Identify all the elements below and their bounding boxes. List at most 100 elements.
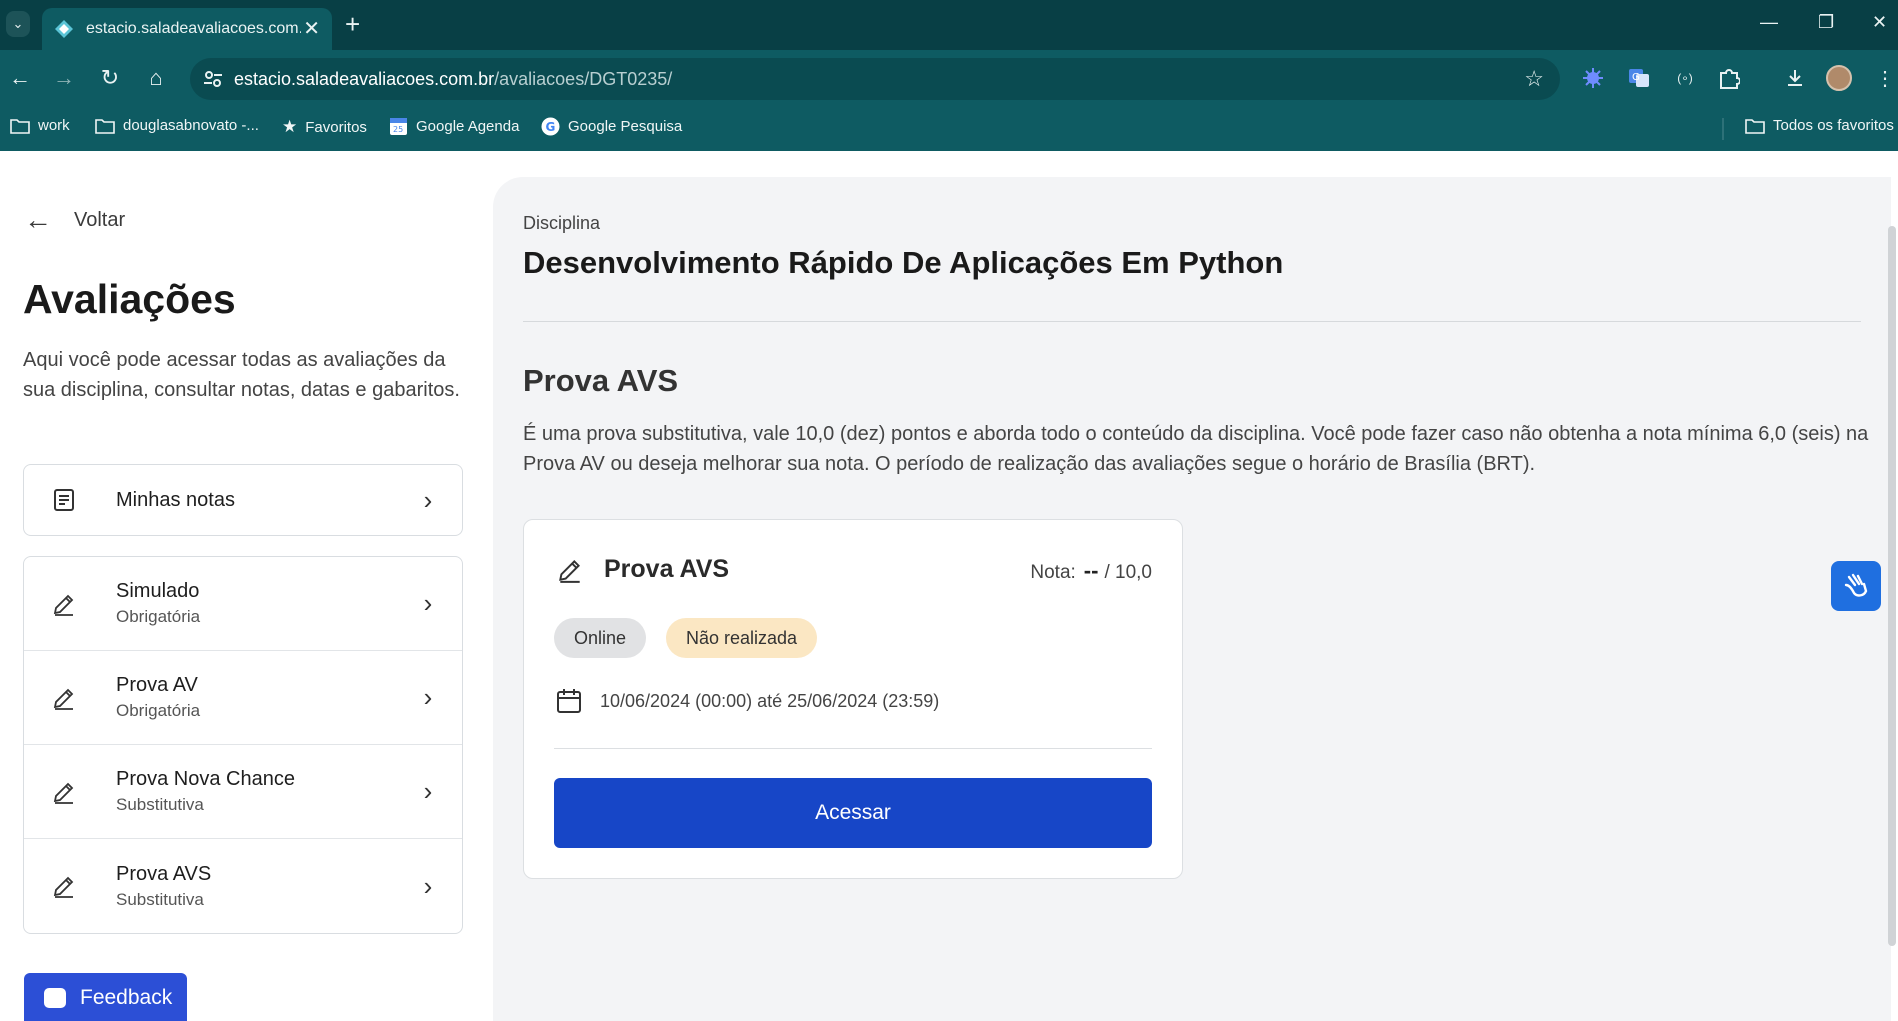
exam-period: 10/06/2024 (00:00) até 25/06/2024 (23:59… (600, 691, 940, 711)
extensions-puzzle-icon[interactable] (1714, 63, 1744, 93)
translate-icon[interactable]: G (1624, 63, 1654, 93)
site-settings-icon[interactable] (202, 68, 224, 90)
exam-card-title: Prova AVS (604, 555, 730, 583)
forward-arrow-icon[interactable]: → (50, 65, 78, 91)
tab-close-icon[interactable]: ✕ (303, 19, 320, 39)
restore-icon[interactable]: ❐ (1818, 12, 1834, 33)
folder-icon (95, 118, 115, 134)
back-link[interactable]: ← Voltar (24, 206, 125, 234)
bookmark-label: douglasabnovato -... (123, 117, 259, 134)
discipline-label: Disciplina (523, 213, 601, 233)
svg-text:G: G (1632, 72, 1640, 83)
home-icon[interactable]: ⌂ (142, 65, 170, 91)
exam-item-prova-nova-chance[interactable]: Prova Nova Chance Substitutiva › (24, 745, 462, 839)
url-text: estacio.saladeavaliacoes.com.br/avaliaco… (234, 69, 672, 90)
feedback-button[interactable]: Feedback (24, 973, 187, 1021)
bookmark-google-agenda[interactable]: 25 Google Agenda (389, 117, 519, 136)
chevron-right-icon: › (423, 870, 433, 901)
exam-item-subtitle: Obrigatória (116, 701, 201, 720)
browser-navbar: ← → ↻ ⌂ estacio.saladeavaliacoes.com.br/… (0, 50, 1898, 108)
card-divider (554, 748, 1152, 749)
back-arrow-icon[interactable]: ← (6, 65, 34, 91)
pencil-icon (46, 873, 82, 899)
exam-item-title: Simulado (116, 580, 200, 602)
access-button[interactable]: Acessar (554, 778, 1152, 848)
bookmark-work[interactable]: work (10, 117, 70, 134)
page-content: ← Voltar Avaliações Aqui você pode acess… (0, 151, 1898, 1021)
document-list-icon (46, 488, 82, 512)
profile-avatar[interactable] (1824, 63, 1854, 93)
discipline-name: Desenvolvimento Rápido De Aplicações Em … (523, 245, 1284, 280)
bookmark-star-icon[interactable]: ☆ (1524, 66, 1544, 92)
all-bookmarks[interactable]: Todos os favoritos (1745, 117, 1894, 134)
minimize-icon[interactable]: — (1760, 12, 1778, 33)
extension-code-icon[interactable]: (∘) (1670, 63, 1700, 93)
exam-item-subtitle: Obrigatória (116, 607, 201, 626)
mode-badge: Online (554, 618, 647, 658)
star-icon: ★ (282, 117, 298, 136)
exam-item-prova-av[interactable]: Prova AV Obrigatória › (24, 651, 462, 745)
section-divider (523, 321, 1861, 322)
pencil-icon (46, 685, 82, 711)
new-tab-icon[interactable]: + (345, 10, 360, 38)
browser-tab[interactable]: estacio.saladeavaliacoes.com.br ✕ (42, 8, 332, 50)
chevron-right-icon: › (423, 682, 433, 712)
exam-item-subtitle: Substitutiva (116, 795, 204, 814)
exam-title: Prova AVS (523, 363, 679, 398)
calendar-icon: 25 (389, 117, 408, 136)
extension-gear-icon[interactable] (1578, 63, 1608, 93)
exam-card: Prova AVS Nota: -- / 10,0 Online Não rea… (523, 519, 1183, 879)
download-icon[interactable] (1780, 63, 1810, 93)
exams-list: Simulado Obrigatória › Prova AV Obrigatóri… (23, 556, 463, 934)
svg-text:25: 25 (393, 125, 403, 134)
url-host: estacio.saladeavaliacoes.com.br (234, 69, 495, 89)
exam-item-prova-avs[interactable]: Prova AVS Substitutiva › (24, 839, 462, 933)
window-close-icon[interactable]: ✕ (1872, 12, 1887, 33)
feedback-label: Feedback (80, 986, 173, 1009)
reload-icon[interactable]: ↻ (96, 65, 124, 91)
calendar-icon (556, 688, 582, 719)
bookmark-google-pesquisa[interactable]: G Google Pesquisa (541, 117, 682, 136)
exam-item-title: Prova Nova Chance (116, 768, 295, 790)
address-bar[interactable]: estacio.saladeavaliacoes.com.br/avaliaco… (190, 58, 1560, 100)
grade-value: -- (1083, 558, 1099, 583)
smiley-icon (44, 988, 66, 1008)
exam-item-title: Prova AV (116, 674, 198, 696)
status-badge: Não realizada (666, 618, 818, 658)
browser-menu-icon[interactable]: ⋮ (1870, 63, 1898, 93)
my-grades-label: Minhas notas (116, 488, 235, 511)
sidebar-description: Aqui você pode acessar todas as avaliaçõ… (23, 349, 460, 401)
exam-grade: Nota: -- / 10,0 (1030, 558, 1152, 584)
accessibility-hand-icon[interactable] (1831, 561, 1881, 611)
main-panel: Disciplina Desenvolvimento Rápido De Apl… (493, 177, 1891, 1021)
exam-description: É uma prova substitutiva, vale 10,0 (dez… (523, 423, 1869, 475)
exam-item-simulado[interactable]: Simulado Obrigatória › (24, 557, 462, 651)
sidebar-title: Avaliações (23, 276, 236, 322)
bookmark-label: work (38, 117, 70, 134)
tab-title: estacio.saladeavaliacoes.com.br (86, 20, 301, 37)
bookmark-douglas[interactable]: douglasabnovato -... (95, 117, 259, 134)
chevron-right-icon: › (423, 484, 433, 515)
grades-card[interactable]: Minhas notas › (23, 464, 463, 536)
my-grades-link[interactable]: Minhas notas › (24, 465, 462, 535)
tab-list-chevron-icon[interactable]: ⌄ (6, 11, 30, 37)
url-path: /avaliacoes/DGT0235/ (494, 69, 673, 89)
folder-icon (10, 118, 30, 134)
grade-label: Nota: (1030, 562, 1076, 583)
back-label: Voltar (74, 208, 126, 231)
grade-max: / 10,0 (1104, 562, 1152, 583)
chevron-right-icon: › (423, 588, 433, 618)
exam-item-subtitle: Substitutiva (116, 889, 204, 909)
bookmark-favoritos[interactable]: ★ Favoritos (282, 117, 367, 137)
arrow-left-icon: ← (24, 204, 52, 235)
exam-item-title: Prova AVS (116, 862, 212, 885)
page-scrollbar[interactable] (1888, 226, 1896, 946)
bookmark-label: Favoritos (305, 118, 367, 136)
bookmark-label: Google Agenda (416, 118, 520, 135)
pencil-icon (556, 556, 584, 589)
pencil-icon (46, 591, 82, 617)
google-icon: G (541, 117, 560, 136)
all-bookmarks-label: Todos os favoritos (1773, 117, 1894, 134)
site-favicon-icon (55, 20, 73, 38)
bookmarks-bar: work douglasabnovato -... ★ Favoritos 25… (0, 108, 1898, 151)
